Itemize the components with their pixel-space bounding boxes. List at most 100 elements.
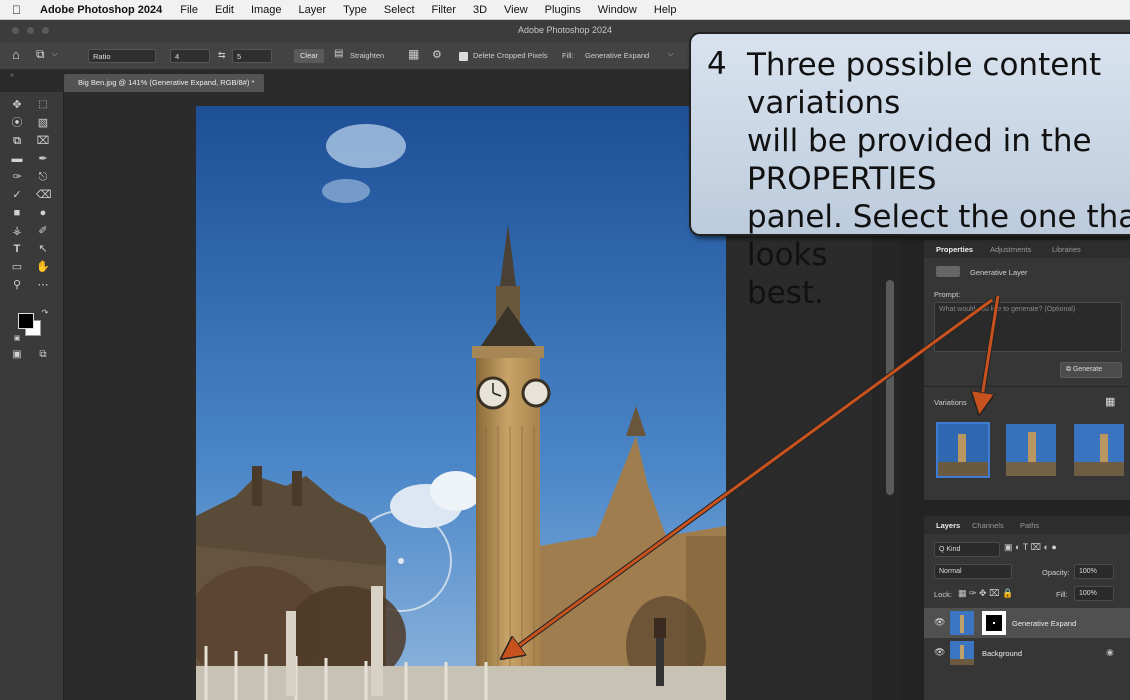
swap-colors-icon[interactable]: ↷ [38, 306, 52, 320]
menu-bar:  Adobe Photoshop 2024 File Edit Image L… [0, 0, 1130, 20]
fill-label: Fill: [1056, 590, 1068, 599]
marquee-tool-icon[interactable]: ⬚ [36, 98, 50, 112]
quick-mask-icon[interactable]: ▣ [10, 348, 24, 362]
healing-brush-tool-icon[interactable]: ✒ [36, 152, 50, 166]
filter-icons[interactable]: ▣ ◐ T ⌧ ◐ ● [1004, 542, 1057, 553]
lock-label: Lock: [934, 590, 952, 599]
chevron-down-icon[interactable]: ⌵ [52, 51, 57, 59]
rectangle-tool-icon[interactable]: ▭ [10, 260, 24, 274]
menu-window[interactable]: Window [598, 4, 637, 16]
dodge-tool-icon[interactable]: ⚶ [10, 224, 24, 238]
apple-menu-icon[interactable]:  [12, 3, 28, 17]
collapse-toolbar-icon[interactable]: » [10, 72, 14, 79]
eraser-tool-icon[interactable]: ⌫ [36, 188, 52, 202]
tools-panel: ✥ ⬚ ⦿ ▧ ⧉ ⌧ ▬ ✒ ✑ ⎋ ✓ ⌫ ■ ● ⚶ ✐ T ↖ ▭ ✋ … [0, 92, 64, 700]
fill-label: Fill: [562, 51, 574, 60]
visibility-eye-icon[interactable]: 👁 [934, 647, 945, 658]
layer-kind-filter[interactable]: Q Kind [934, 542, 1000, 557]
menu-filter[interactable]: Filter [432, 4, 456, 16]
grid-view-icon[interactable]: ▦ [1105, 395, 1115, 408]
fill-dropdown[interactable]: Generative Expand [585, 51, 649, 60]
photoshop-window:  Adobe Photoshop 2024 File Edit Image L… [0, 0, 1130, 700]
opacity-label: Opacity: [1042, 568, 1070, 577]
type-tool-icon[interactable]: T [10, 242, 24, 256]
menu-edit[interactable]: Edit [215, 4, 234, 16]
layer-row-background[interactable]: 👁 Background ◉ [924, 638, 1130, 668]
instruction-callout: 4 Three possible content variations will… [689, 32, 1130, 311]
delete-cropped-pixels-label: Delete Cropped Pixels [473, 51, 548, 60]
menu-select[interactable]: Select [384, 4, 415, 16]
brush-tool-icon[interactable]: ✑ [10, 170, 24, 184]
straighten-button[interactable]: Straighten [350, 51, 384, 60]
generate-button[interactable]: ⧉ Generate [1060, 362, 1122, 378]
pen-tool-icon[interactable]: ✐ [36, 224, 50, 238]
zoom-tool-icon[interactable]: ⚲ [10, 278, 24, 292]
panel-divider [924, 386, 1130, 387]
document-tab[interactable]: Big Ben.jpg @ 141% (Generative Expand, R… [64, 74, 265, 92]
generate-icon: ⧉ [1066, 366, 1073, 373]
variation-3-preview [1074, 424, 1124, 476]
path-select-tool-icon[interactable]: ↖ [36, 242, 50, 256]
opacity-field[interactable]: 100% [1074, 564, 1114, 579]
menu-type[interactable]: Type [343, 4, 367, 16]
blend-mode-dropdown[interactable]: Normal [934, 564, 1012, 579]
menu-file[interactable]: File [180, 4, 198, 16]
screen-mode-icon[interactable]: ⧉ [36, 348, 50, 362]
callout-text: Three possible content variations will b… [747, 47, 1130, 311]
chevron-down-icon[interactable]: ⌵ [668, 51, 673, 59]
history-brush-tool-icon[interactable]: ✓ [10, 188, 24, 202]
crop-tool-icon[interactable]: ⧉ [36, 47, 45, 62]
variation-thumbnail-3[interactable] [1072, 422, 1126, 478]
layer-row-generative-expand[interactable]: 👁 Generative Expand [924, 608, 1130, 638]
tab-layers[interactable]: Layers [936, 521, 960, 530]
crop-tool-icon[interactable]: ⧉ [10, 134, 24, 148]
tab-paths[interactable]: Paths [1020, 521, 1039, 530]
crop-height-field[interactable]: 5 [232, 49, 272, 63]
eyedropper-tool-icon[interactable]: ▬ [10, 152, 24, 166]
lock-icons[interactable]: ▦ ✑ ✥ ⌧ 🔒 [958, 588, 1013, 599]
menu-layer[interactable]: Layer [299, 4, 327, 16]
big-ben-photo[interactable] [196, 106, 726, 700]
swap-dimensions-icon[interactable]: ⇆ [218, 50, 226, 61]
generate-button-label: Generate [1072, 366, 1103, 373]
frame-tool-icon[interactable]: ⌧ [36, 134, 50, 148]
blur-tool-icon[interactable]: ● [36, 206, 50, 220]
ratio-dropdown[interactable]: Ratio [88, 49, 156, 63]
menu-plugins[interactable]: Plugins [545, 4, 581, 16]
tab-channels[interactable]: Channels [972, 521, 1004, 530]
menu-view[interactable]: View [504, 4, 528, 16]
variation-2-preview [1006, 424, 1056, 476]
gradient-tool-icon[interactable]: ■ [10, 206, 24, 220]
stamp-tool-icon[interactable]: ⎋ [36, 170, 50, 184]
settings-gear-icon[interactable]: ⚙ [432, 48, 442, 61]
crop-width-field[interactable]: 4 [170, 49, 210, 63]
clear-button[interactable]: Clear [294, 49, 324, 63]
move-tool-icon[interactable]: ✥ [10, 98, 24, 112]
layer-name[interactable]: Generative Expand [1012, 619, 1076, 628]
app-name-menu[interactable]: Adobe Photoshop 2024 [40, 4, 162, 16]
more-tools-icon[interactable]: ⋯ [36, 278, 50, 292]
layer-thumbnail [950, 611, 974, 635]
menu-image[interactable]: Image [251, 4, 282, 16]
default-colors-icon[interactable]: ▣ [10, 332, 24, 346]
layers-panel: Layers Channels Paths Q Kind ▣ ◐ T ⌧ ◐ ●… [924, 516, 1130, 700]
hand-tool-icon[interactable]: ✋ [36, 260, 50, 274]
lock-icon: ◉ [1106, 647, 1114, 657]
lasso-tool-icon[interactable]: ⦿ [10, 116, 24, 130]
foreground-color-swatch[interactable] [18, 313, 34, 329]
object-select-tool-icon[interactable]: ▧ [36, 116, 50, 130]
menu-help[interactable]: Help [654, 4, 677, 16]
layer-name[interactable]: Background [982, 649, 1022, 658]
variation-thumbnail-1[interactable] [936, 422, 990, 478]
variations-label[interactable]: Variations [934, 398, 967, 407]
vertical-scrollbar[interactable] [886, 280, 894, 495]
menu-3d[interactable]: 3D [473, 4, 487, 16]
overlay-grid-icon[interactable]: ▦ [408, 47, 419, 61]
home-icon[interactable]: ⌂ [12, 47, 20, 62]
delete-cropped-pixels-checkbox[interactable] [459, 52, 468, 61]
visibility-eye-icon[interactable]: 👁 [934, 617, 945, 628]
layer-mask-thumbnail[interactable] [982, 611, 1006, 635]
straighten-icon[interactable]: ▤ [334, 48, 343, 59]
fill-field[interactable]: 100% [1074, 586, 1114, 601]
variation-thumbnail-2[interactable] [1004, 422, 1058, 478]
